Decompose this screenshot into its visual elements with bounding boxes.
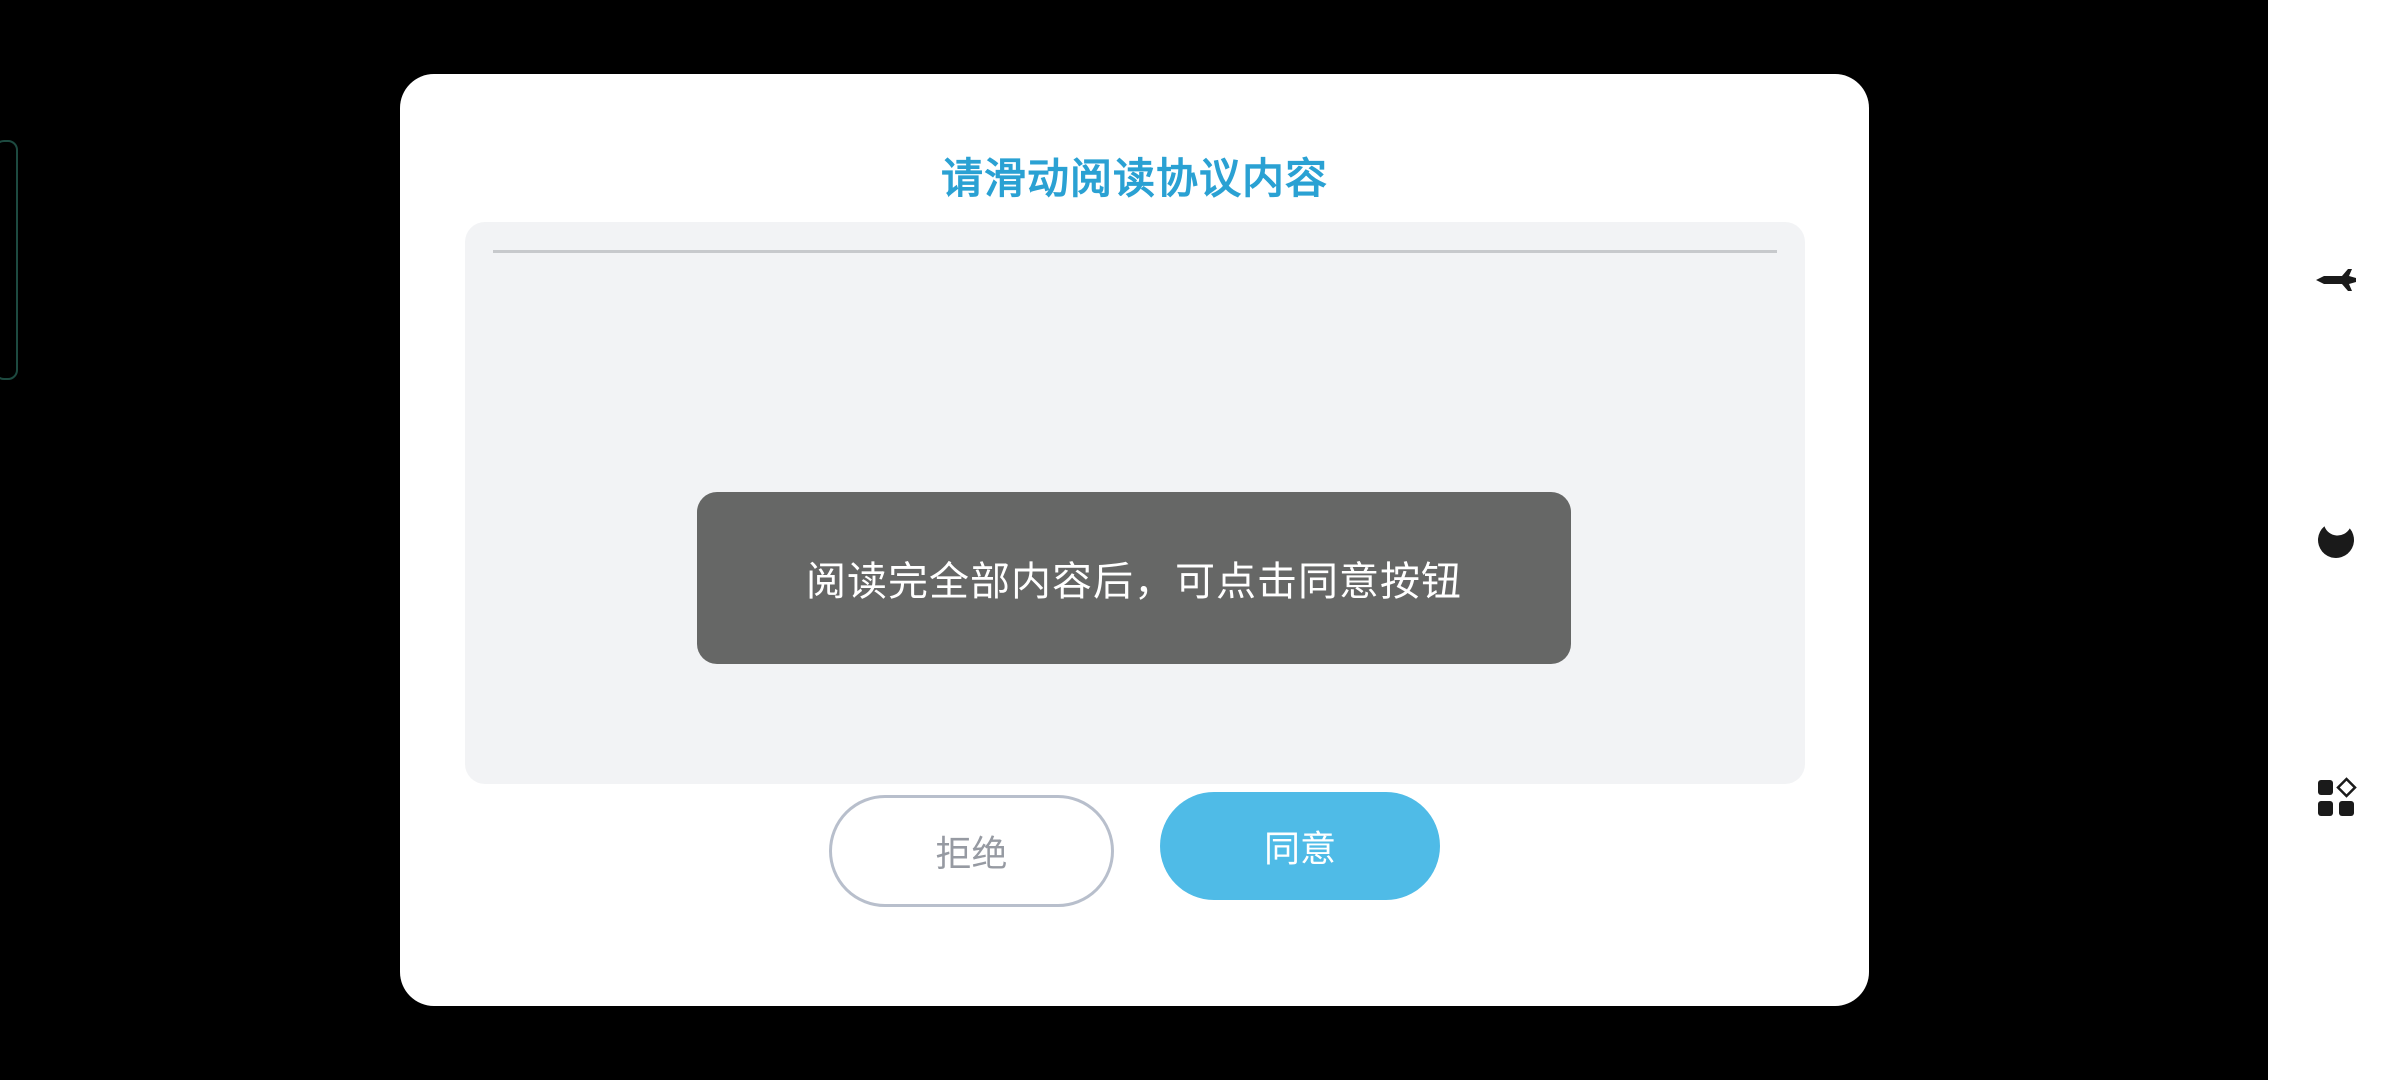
toast-text: 阅读完全部内容后，可点击同意按钮 — [806, 559, 1462, 605]
agreement-dialog: 请滑动阅读协议内容 阅读完全部内容后，可点击同意按钮 拒绝 同意 — [400, 74, 1869, 1006]
side-toolbar — [2268, 0, 2400, 1080]
screen: 请滑动阅读协议内容 阅读完全部内容后，可点击同意按钮 拒绝 同意 — [0, 0, 2400, 1080]
airplane-icon[interactable] — [2312, 256, 2360, 304]
moon-icon[interactable] — [2312, 516, 2360, 564]
agreement-content-scroll[interactable]: 阅读完全部内容后，可点击同意按钮 — [465, 222, 1805, 784]
agree-button[interactable]: 同意 — [1160, 792, 1440, 900]
edge-handle[interactable] — [0, 140, 18, 380]
reject-button[interactable]: 拒绝 — [829, 795, 1114, 907]
content-divider — [493, 250, 1777, 253]
dialog-title: 请滑动阅读协议内容 — [940, 154, 1328, 203]
apps-icon[interactable] — [2312, 774, 2360, 822]
toast-message: 阅读完全部内容后，可点击同意按钮 — [697, 492, 1571, 664]
